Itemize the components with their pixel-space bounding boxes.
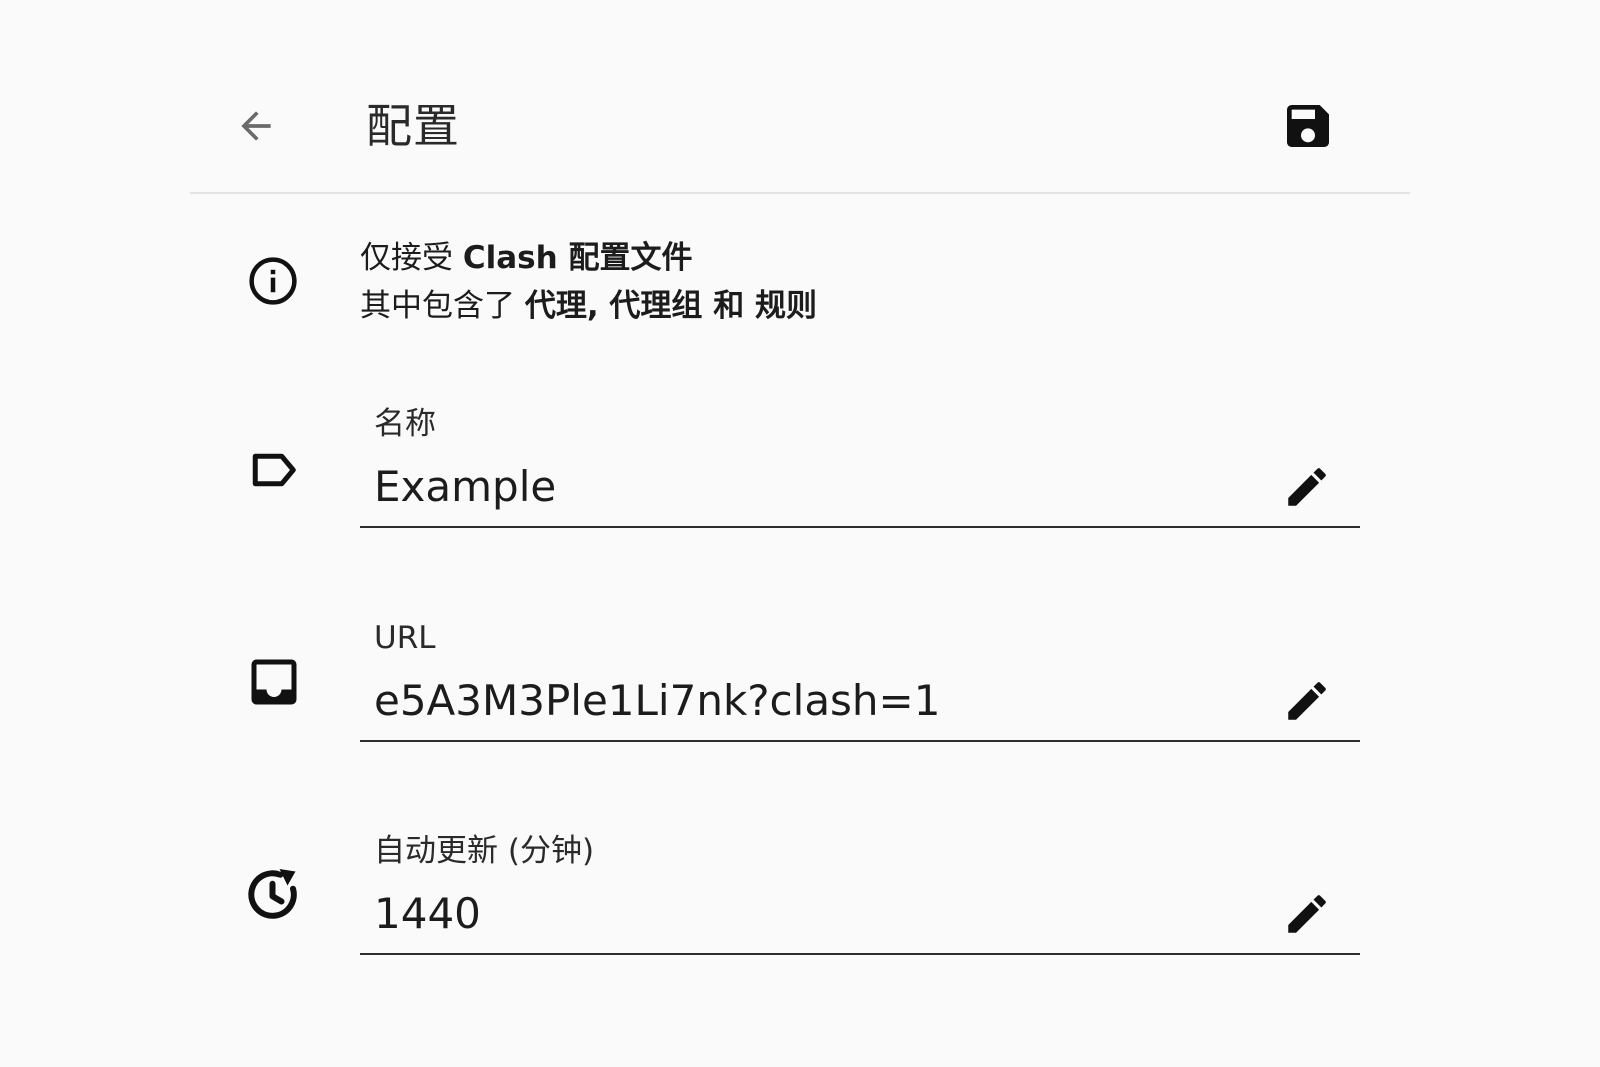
page-title: 配置	[366, 99, 460, 153]
url-field-label: URL	[374, 620, 436, 656]
info-line-1-bold: Clash 配置文件	[462, 240, 693, 276]
back-button[interactable]	[232, 102, 280, 150]
field-row-url: URL e5A3M3Ple1Li7nk?clash=1	[190, 612, 1410, 752]
info-line-1-prefix: 仅接受	[360, 240, 463, 276]
save-icon	[1287, 105, 1329, 147]
field-row-interval: 自动更新 (分钟) 1440	[190, 825, 1410, 965]
info-line-1: 仅接受 Clash 配置文件	[360, 234, 817, 282]
info-text: 仅接受 Clash 配置文件 其中包含了 代理, 代理组 和 规则	[360, 234, 817, 330]
interval-field-value[interactable]: 1440	[374, 887, 1254, 941]
inbox-icon	[251, 659, 297, 705]
save-button[interactable]	[1280, 98, 1336, 154]
name-field[interactable]: 名称 Example	[360, 398, 1360, 528]
name-field-value[interactable]: Example	[374, 460, 1254, 514]
info-line-2-bold: 代理, 代理组 和 规则	[524, 288, 818, 324]
url-field-value[interactable]: e5A3M3Ple1Li7nk?clash=1	[374, 674, 1254, 728]
info-line-2: 其中包含了 代理, 代理组 和 规则	[360, 282, 817, 330]
interval-field[interactable]: 自动更新 (分钟) 1440	[360, 825, 1360, 955]
pencil-icon	[1288, 682, 1326, 720]
name-field-label: 名称	[374, 406, 436, 442]
pencil-icon	[1288, 895, 1326, 933]
info-line-2-prefix: 其中包含了	[360, 288, 525, 324]
url-edit-button[interactable]	[1280, 674, 1334, 728]
interval-edit-button[interactable]	[1280, 887, 1334, 941]
update-clock-icon	[248, 869, 297, 919]
arrow-back-icon	[241, 111, 271, 141]
name-edit-button[interactable]	[1280, 460, 1334, 514]
url-field[interactable]: URL e5A3M3Ple1Li7nk?clash=1	[360, 612, 1360, 742]
interval-field-label: 自动更新 (分钟)	[374, 833, 595, 869]
pencil-icon	[1288, 468, 1326, 506]
label-tag-icon	[252, 453, 296, 487]
info-banner: 仅接受 Clash 配置文件 其中包含了 代理, 代理组 和 规则	[190, 230, 1410, 330]
top-app-bar: 配置	[190, 60, 1410, 194]
info-icon	[249, 257, 297, 305]
app-root: 配置 仅接受 Clash 配置文件 其中包含了 代理, 代理组 和 规则 名称 …	[0, 0, 1600, 1067]
field-row-name: 名称 Example	[190, 398, 1410, 538]
